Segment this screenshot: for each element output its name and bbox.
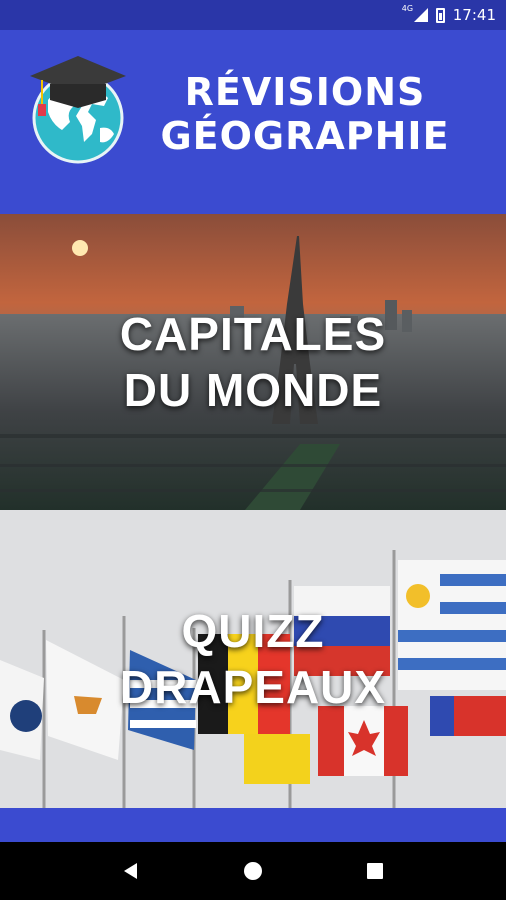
app-title-line1: RÉVISIONS — [184, 70, 426, 114]
menu-card-capitals[interactable]: CAPITALES DU MONDE — [0, 214, 506, 510]
menu-card-capitals-label: CAPITALES DU MONDE — [119, 308, 387, 416]
app-header: RÉVISIONS GÉOGRAPHIE — [0, 30, 506, 214]
home-button[interactable] — [233, 851, 273, 891]
menu-card-flags-label: QUIZZ DRAPEAUX — [119, 605, 387, 713]
home-icon — [244, 862, 262, 880]
app-title-line2: GÉOGRAPHIE — [160, 114, 450, 158]
clock: 17:41 — [452, 6, 496, 24]
back-button[interactable] — [111, 851, 151, 891]
recents-button[interactable] — [355, 851, 395, 891]
signal-icon: 4G — [402, 4, 428, 22]
recents-icon — [367, 863, 383, 879]
footer-strip — [0, 808, 506, 842]
battery-icon — [435, 7, 445, 23]
app-title: RÉVISIONS GÉOGRAPHIE — [140, 70, 470, 158]
back-icon — [124, 863, 137, 879]
graduation-globe-icon — [30, 56, 126, 164]
status-bar: 4G 17:41 — [0, 0, 506, 30]
menu-card-flags[interactable]: QUIZZ DRAPEAUX — [0, 510, 506, 808]
navigation-bar — [0, 842, 506, 900]
network-type: 4G — [401, 4, 414, 13]
